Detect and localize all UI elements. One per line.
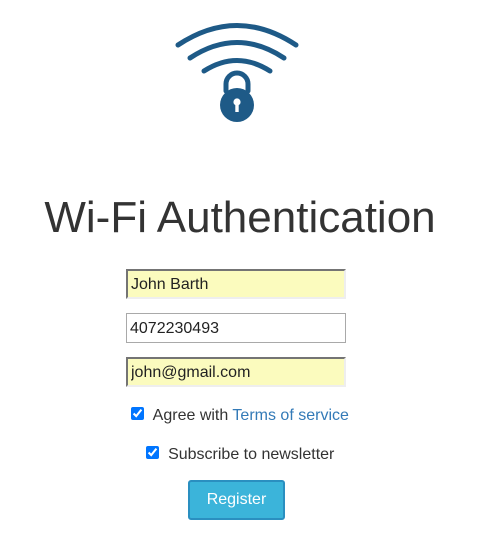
agree-label: Agree with	[152, 407, 229, 424]
wifi-arc-middle	[187, 40, 287, 61]
subscribe-checkbox[interactable]	[145, 446, 159, 459]
agree-terms-checkbox[interactable]	[131, 407, 145, 420]
terms-of-service-link[interactable]: Terms of service	[232, 407, 348, 424]
register-button[interactable]: Register	[188, 480, 285, 520]
name-input[interactable]	[126, 269, 346, 299]
phone-input[interactable]	[126, 313, 346, 343]
wifi-lock-icon	[175, 23, 299, 122]
email-input[interactable]	[126, 357, 346, 387]
keyhole-slot-icon	[235, 102, 239, 112]
subscribe-label: Subscribe to newsletter	[168, 446, 335, 463]
agree-terms-row: Agree with Terms of service	[0, 406, 480, 426]
subscribe-row: Subscribe to newsletter	[0, 445, 480, 465]
page-title: Wi-Fi Authentication	[44, 193, 436, 242]
wifi-arc-inner	[201, 58, 273, 74]
